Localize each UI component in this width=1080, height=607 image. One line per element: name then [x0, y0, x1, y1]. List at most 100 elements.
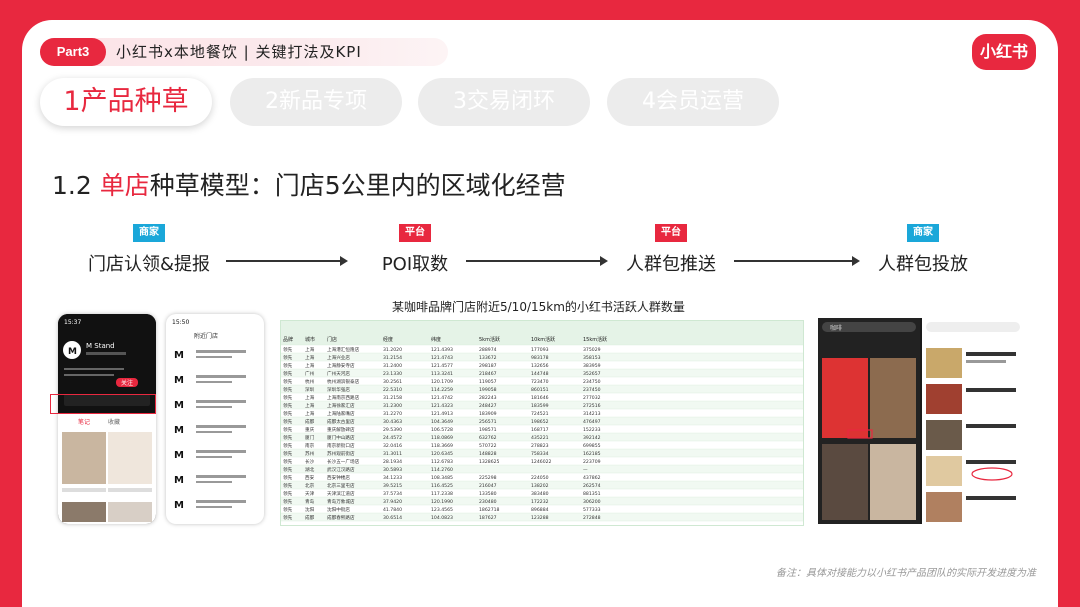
table-cell: 湖北	[305, 466, 315, 473]
table-cell: 成都太古里店	[327, 418, 355, 425]
svg-text:M: M	[174, 500, 184, 511]
store-list-title: 附近门店	[194, 332, 218, 340]
table-cell: 132656	[531, 363, 549, 369]
table-cell: 172232	[531, 499, 549, 505]
table-cell: 上海	[305, 354, 315, 361]
table-cell: 121.4742	[431, 395, 453, 401]
tab-member-operation[interactable]: 4会员运营	[607, 78, 779, 126]
tab-notes[interactable]: 笔记	[78, 418, 90, 426]
table-cell: 领先	[283, 466, 293, 473]
table-cell: 272848	[583, 515, 601, 521]
table-cell: 领先	[283, 450, 293, 457]
tab-product-seeding[interactable]: 1产品种草	[40, 78, 212, 126]
table-cell: 224050	[531, 475, 549, 481]
svg-text:M: M	[174, 375, 184, 386]
table-cell: 123288	[531, 515, 549, 521]
table-cell: 117.2338	[431, 491, 453, 497]
platform-tag: 平台	[655, 224, 687, 242]
flow-step-label: 人群包投放	[878, 254, 968, 275]
table-cell: 领先	[283, 506, 293, 513]
table-cell: 31.2154	[383, 355, 402, 361]
table-cell: 37.9420	[383, 499, 402, 505]
table-header-cell: 10km活跃	[531, 336, 555, 343]
table-cell: 218467	[479, 371, 497, 377]
table-cell: 112.6783	[431, 459, 453, 465]
account-name: M Stand	[86, 342, 115, 350]
table-cell: 成都春熙路店	[327, 514, 355, 521]
table-cell: 领先	[283, 346, 293, 353]
table-cell: 领先	[283, 418, 293, 425]
table-cell: 144748	[531, 371, 549, 377]
table-cell: 广州天河店	[327, 370, 350, 377]
table-cell: 南京新街口店	[327, 442, 355, 449]
table-cell: 383959	[583, 363, 601, 369]
table-cell: 435221	[531, 435, 549, 441]
table-cell: 苏州	[305, 450, 315, 457]
table-cell: 358153	[583, 355, 601, 361]
flow-step-poi: 平台 POI取数	[370, 220, 460, 276]
search-query: 咖啡	[830, 324, 842, 332]
xiaohongshu-logo: 小红书	[972, 34, 1036, 70]
table-cell: 29.5390	[383, 427, 402, 433]
table-cell: 1328625	[479, 459, 500, 465]
tab-collections[interactable]: 收藏	[108, 418, 120, 426]
table-cell: 437862	[583, 475, 601, 481]
table-cell: 苏州观前街店	[327, 450, 355, 457]
follow-button-label: 关注	[121, 379, 133, 387]
table-cell: 183909	[479, 411, 497, 417]
table-cell: 领先	[283, 370, 293, 377]
table-cell: 272516	[583, 403, 601, 409]
table-cell: 298187	[479, 363, 497, 369]
table-cell: 领先	[283, 354, 293, 361]
table-cell: 领先	[283, 378, 293, 385]
table-cell: 青岛万象城店	[327, 498, 355, 505]
table-cell: 领先	[283, 490, 293, 497]
table-cell: 领先	[283, 386, 293, 393]
table-cell: 领先	[283, 458, 293, 465]
table-cell: 383480	[531, 491, 549, 497]
table-cell: 成都	[305, 418, 315, 425]
table-cell: 青岛	[305, 498, 315, 505]
svg-text:M: M	[174, 400, 184, 411]
table-cell: 392142	[583, 435, 601, 441]
tab-transaction-loop[interactable]: 3交易闭环	[418, 78, 590, 126]
flow-step-audience-ads: 商家 人群包投放	[868, 220, 978, 276]
table-cell: 121.4393	[431, 347, 453, 353]
table-cell: 24.4572	[383, 435, 402, 441]
table-cell: 230480	[479, 499, 497, 505]
table-cell: 上海	[305, 402, 315, 409]
table-cell: 277032	[583, 395, 601, 401]
table-cell: 352657	[583, 371, 601, 377]
slide: Part3 小红书x本地餐饮 | 关键打法及KPI 小红书 1产品种草 2新品专…	[22, 20, 1058, 607]
table-cell: 领先	[283, 474, 293, 481]
table-cell: 领先	[283, 362, 293, 369]
table-cell: 北京三里屯店	[327, 482, 355, 489]
header-bar: Part3 小红书x本地餐饮 | 关键打法及KPI	[40, 38, 448, 66]
table-header-cell: 经度	[383, 336, 393, 343]
table-cell: 上海徐家汇店	[327, 402, 355, 409]
table-cell: 23.1330	[383, 371, 402, 377]
table-cell: 上海陆家嘴店	[327, 410, 355, 417]
tab-new-product[interactable]: 2新品专项	[230, 78, 402, 126]
table-cell: 120.1709	[431, 379, 453, 385]
table-cell: 22.5310	[383, 387, 402, 393]
table-cell: 577333	[583, 507, 601, 513]
table-cell: 30.4363	[383, 419, 402, 425]
phone-store-list: 15:50 附近门店 M M M M M M M	[166, 314, 264, 524]
table-cell: 重庆解放碑店	[327, 426, 355, 433]
table-cell: 119057	[479, 379, 497, 385]
table-cell: 深圳华强店	[327, 386, 350, 393]
table-cell: —	[583, 468, 588, 473]
table-cell: 广州	[305, 370, 315, 377]
table-cell: 领先	[283, 442, 293, 449]
table-cell: 31.2300	[383, 403, 402, 409]
flow-step-label: 人群包推送	[626, 254, 716, 275]
table-cell: 30.2561	[383, 379, 402, 385]
table-cell: 121.4577	[431, 363, 453, 369]
table-cell: 118.0869	[431, 435, 453, 441]
table-cell: 983178	[531, 355, 549, 361]
app-screenshots: 咖啡	[818, 318, 1024, 524]
svg-text:M: M	[174, 450, 184, 461]
table-cell: 198571	[479, 427, 497, 433]
table-cell: 104.0823	[431, 515, 453, 521]
